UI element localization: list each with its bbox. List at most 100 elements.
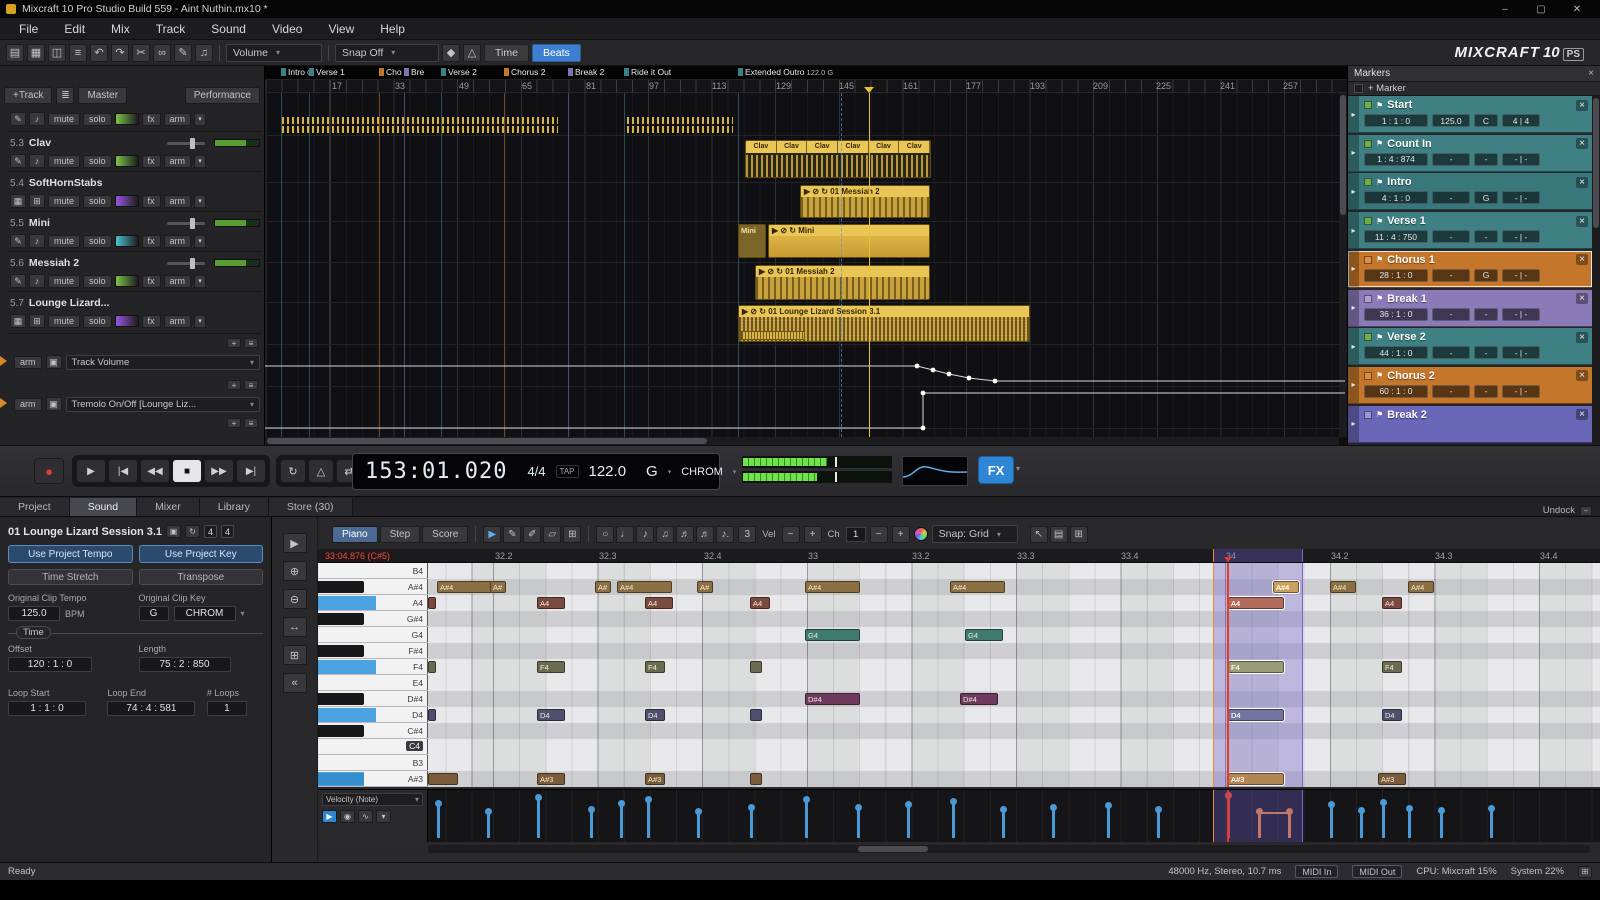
marker-tempo[interactable]: 125.0: [1432, 114, 1470, 127]
velocity-area[interactable]: [428, 790, 1600, 842]
loop-icon[interactable]: ↻: [185, 525, 200, 538]
clip-header[interactable]: ▶ ⊘ ↻ 01 Lounge Lizard Session 3.1: [739, 306, 1029, 317]
fx-button[interactable]: fx: [142, 155, 161, 168]
time-signature[interactable]: 4/4: [527, 464, 545, 479]
new-file-icon[interactable]: ▤: [6, 44, 24, 62]
velocity-stem[interactable]: [590, 810, 593, 838]
lane-menu-button[interactable]: ≡: [244, 338, 258, 348]
menu-track[interactable]: Track: [143, 18, 199, 40]
timeline-h-scrollbar[interactable]: [265, 437, 1339, 445]
clip-cell[interactable]: Clav: [869, 141, 900, 153]
expand-arrow-icon[interactable]: ▸: [1348, 96, 1359, 132]
velocity-dropdown-icon[interactable]: ▾: [376, 810, 391, 823]
timeline-section-marker[interactable]: Verse 2: [441, 67, 477, 77]
automation-handle[interactable]: [0, 398, 7, 408]
clip[interactable]: Mini: [738, 224, 766, 258]
orig-scale-dropdown[interactable]: CHROM: [174, 606, 236, 621]
piano-key-cs4[interactable]: C#4: [318, 723, 428, 739]
piano-key-b3[interactable]: B3: [318, 755, 428, 771]
grid-pencil-icon[interactable]: ⊞: [563, 526, 581, 543]
orig-tempo-field[interactable]: 125.0: [8, 606, 60, 621]
velocity-stem[interactable]: [952, 802, 955, 838]
mute-button[interactable]: mute: [48, 113, 80, 126]
metronome-button[interactable]: △: [308, 459, 334, 483]
menu-video[interactable]: Video: [259, 18, 315, 40]
undock-label[interactable]: Undock: [1543, 505, 1575, 516]
piano-roll-h-scrollbar[interactable]: [428, 845, 1590, 853]
cut-icon[interactable]: ✂: [132, 44, 150, 62]
midi-note[interactable]: F4: [645, 661, 665, 673]
track-row[interactable]: 5.3Clav✎♪mutesolofxarm▾: [8, 134, 262, 172]
marker-color-chip[interactable]: [1364, 295, 1372, 303]
marker-key[interactable]: -: [1474, 346, 1498, 359]
marker-delete-button[interactable]: ×: [1576, 216, 1588, 227]
automation-lane[interactable]: arm▣Tremolo On/Off [Lounge Liz...▾: [14, 394, 260, 414]
lane-menu-button[interactable]: ≡: [244, 418, 258, 428]
clip-sig-denominator[interactable]: 4: [221, 525, 234, 538]
midi-note[interactable]: A#4: [617, 581, 672, 593]
arm-button[interactable]: arm: [14, 398, 42, 411]
marker-sig[interactable]: 4 | 4: [1502, 114, 1540, 127]
lock-icon[interactable]: ▣: [166, 525, 181, 538]
midi-note[interactable]: A4: [1228, 597, 1284, 609]
editor-tab-score[interactable]: Score: [422, 526, 468, 543]
midi-note[interactable]: F4: [1382, 661, 1402, 673]
midi-note[interactable]: A4: [1382, 597, 1402, 609]
clip[interactable]: ▶ ⊘ ↻ 01 Messiah 2: [755, 265, 930, 300]
midi-note[interactable]: [750, 661, 762, 673]
expand-arrow-icon[interactable]: ▸: [1348, 328, 1359, 364]
thirtysecond-note-icon[interactable]: ♬: [696, 526, 714, 543]
timeline-section-marker[interactable]: Extended Outro122.0 G: [738, 67, 833, 77]
add-lane-button[interactable]: +: [227, 418, 241, 428]
timeline-v-scrollbar[interactable]: [1339, 93, 1347, 437]
midi-note[interactable]: [428, 661, 436, 673]
track-dropdown-icon[interactable]: ▾: [194, 195, 206, 208]
marker-delete-button[interactable]: ×: [1576, 100, 1588, 111]
clip[interactable]: ▶ ⊘ ↻ 01 Lounge Lizard Session 3.1: [738, 305, 1030, 342]
marker-color-chip[interactable]: [1364, 372, 1372, 380]
mute-button[interactable]: mute: [48, 315, 80, 328]
time-mode-button[interactable]: Time: [484, 44, 529, 62]
transpose-button[interactable]: Transpose: [139, 569, 264, 585]
marker-row[interactable]: ▸⚑Count In×1 : 4 : 874--- | -: [1348, 135, 1592, 172]
volume-slider[interactable]: [167, 222, 205, 225]
black-key[interactable]: [318, 693, 364, 705]
piano-key-gs4[interactable]: G#4: [318, 611, 428, 627]
marker-key[interactable]: G: [1474, 269, 1498, 282]
mute-button[interactable]: mute: [48, 275, 80, 288]
pencil-icon[interactable]: ✎: [174, 44, 192, 62]
paint-tool-icon[interactable]: ✐: [523, 526, 541, 543]
fx-button[interactable]: fx: [142, 315, 161, 328]
use-project-key-button[interactable]: Use Project Key: [139, 545, 264, 563]
marker-position[interactable]: 44 : 1 : 0: [1364, 346, 1428, 359]
loop-end-field[interactable]: 74 : 4 : 581: [107, 701, 195, 716]
marker-sig[interactable]: - | -: [1502, 346, 1540, 359]
clip-header[interactable]: ▶ ⊘ ↻ 01 Messiah 2: [756, 266, 929, 277]
midi-note[interactable]: A#3: [537, 773, 565, 785]
piano-keys[interactable]: B4A#4A4G#4G4F#4F4E4D#4D4C#4C4B3A#3: [318, 563, 428, 787]
piano-icon[interactable]: ▦: [10, 194, 26, 208]
timeline-canvas[interactable]: ClavClavClavClavClavClav▶ ⊘ ↻ 01 Messiah…: [265, 93, 1347, 437]
play-button[interactable]: ▶: [283, 533, 307, 553]
add-marker-button[interactable]: + Marker: [1368, 83, 1406, 94]
marker-row[interactable]: ▸⚑Break 2×: [1348, 406, 1592, 443]
velocity-stem[interactable]: [1330, 805, 1333, 838]
piano-key-b4[interactable]: B4: [318, 563, 428, 579]
volume-slider[interactable]: [167, 262, 205, 265]
piano-key-ds4[interactable]: D#4: [318, 691, 428, 707]
solo-button[interactable]: solo: [83, 155, 112, 168]
expand-arrow-icon[interactable]: ▸: [1348, 406, 1359, 442]
mute-button[interactable]: mute: [48, 235, 80, 248]
midi-note[interactable]: A#3: [1228, 773, 1284, 785]
offset-field[interactable]: 120 : 1 : 0: [8, 657, 92, 672]
grid-button[interactable]: ⊞: [283, 645, 307, 665]
marker-position[interactable]: 28 : 1 : 0: [1364, 269, 1428, 282]
expand-arrow-icon[interactable]: ▸: [1348, 173, 1359, 209]
marker-color-chip[interactable]: [1364, 140, 1372, 148]
piano-key-d4[interactable]: D4: [318, 707, 428, 723]
minimize-button[interactable]: –: [1488, 1, 1522, 17]
eighth-note-icon[interactable]: ♫: [656, 526, 674, 543]
expand-arrow-icon[interactable]: ▸: [1348, 367, 1359, 403]
piano-key-g4[interactable]: G4: [318, 627, 428, 643]
midi-note[interactable]: G4: [805, 629, 860, 641]
